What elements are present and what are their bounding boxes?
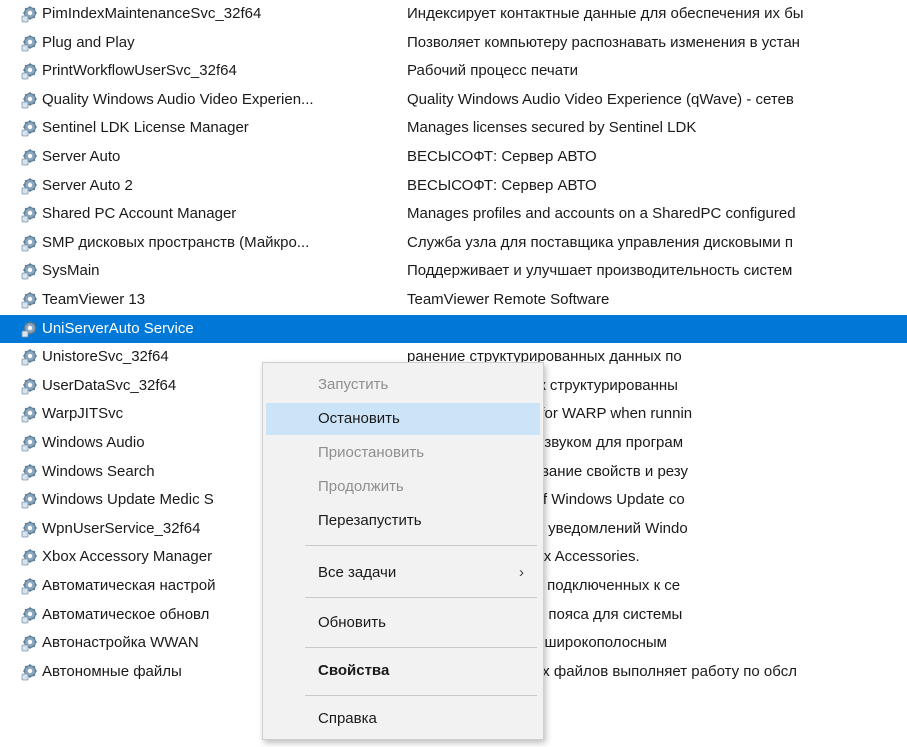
- service-row[interactable]: UniServerAuto Service: [0, 314, 907, 343]
- service-gear-icon: [20, 348, 38, 366]
- menu-item-pause[interactable]: Приостановить: [266, 437, 540, 469]
- menu-item-resume[interactable]: Продолжить: [266, 471, 540, 503]
- service-name: SysMain: [42, 262, 100, 280]
- service-description: Рабочий процесс печати: [407, 62, 578, 80]
- menu-item-properties[interactable]: Свойства: [266, 655, 540, 687]
- service-gear-icon: [20, 262, 38, 280]
- service-row[interactable]: Plug and Play Позволяет компьютеру распоз…: [0, 29, 907, 57]
- service-gear-icon: [20, 177, 38, 195]
- service-description: Служба узла для поставщика управления ди…: [407, 233, 793, 251]
- service-gear-icon: [20, 5, 38, 23]
- service-gear-icon: [20, 577, 38, 595]
- service-gear-icon: [20, 91, 38, 109]
- menu-separator: [305, 647, 537, 648]
- menu-separator: [305, 597, 537, 598]
- service-description: Позволяет компьютеру распознавать измене…: [407, 33, 800, 51]
- service-gear-icon: [20, 491, 38, 509]
- service-description: ВЕСЫСОФТ: Сервер АВТО: [407, 176, 597, 194]
- service-name: Sentinel LDK License Manager: [42, 119, 249, 137]
- service-row[interactable]: Sentinel LDK License Manager Manages lice…: [0, 114, 907, 142]
- service-description: ВЕСЫСОФТ: Сервер АВТО: [407, 148, 597, 165]
- service-gear-icon: [20, 291, 38, 309]
- service-gear-icon: [20, 434, 38, 452]
- menu-item-all-tasks-label: Все задачи: [318, 564, 397, 581]
- service-gear-icon: [20, 34, 38, 52]
- service-gear-icon: [20, 520, 38, 538]
- service-description: TeamViewer Remote Software: [407, 291, 610, 308]
- menu-item-all-tasks[interactable]: Все задачи ›: [266, 557, 540, 589]
- menu-item-stop[interactable]: Остановить: [266, 403, 540, 435]
- service-gear-icon: [20, 234, 38, 252]
- service-row[interactable]: TeamViewer 13 TeamViewer Remote Software: [0, 286, 907, 314]
- service-gear-icon: [20, 606, 38, 624]
- service-description: Индексирует контактные данные для обеспе…: [407, 5, 804, 22]
- service-row[interactable]: PimIndexMaintenanceSvc_32f64 Индексирует …: [0, 0, 907, 28]
- menu-separator: [305, 695, 537, 696]
- service-gear-icon: [20, 377, 38, 395]
- service-name: UniServerAuto Service: [42, 319, 194, 337]
- service-description: Quality Windows Audio Video Experience (…: [407, 90, 794, 108]
- service-gear-icon: [20, 119, 38, 137]
- service-gear-icon: [20, 634, 38, 652]
- service-name: PimIndexMaintenanceSvc_32f64: [42, 5, 262, 22]
- context-menu: Запустить Остановить Приостановить Продо…: [262, 362, 544, 740]
- menu-item-refresh[interactable]: Обновить: [266, 607, 540, 639]
- service-row[interactable]: Shared PC Account Manager Manages profile…: [0, 200, 907, 228]
- service-name: PrintWorkflowUserSvc_32f64: [42, 62, 237, 80]
- service-gear-icon: [20, 405, 38, 423]
- service-name: Shared PC Account Manager: [42, 205, 237, 223]
- service-row[interactable]: PrintWorkflowUserSvc_32f64 Рабочий процес…: [0, 57, 907, 85]
- service-row[interactable]: Quality Windows Audio Video Experien... Q…: [0, 86, 907, 114]
- service-name: SMP дисковых пространств (Майкро...: [42, 233, 310, 251]
- service-name: Server Auto 2: [42, 176, 133, 194]
- service-gear-icon: [20, 148, 38, 166]
- service-gear-icon: [20, 548, 38, 566]
- service-description: Manages licenses secured by Sentinel LDK: [407, 119, 697, 137]
- service-row[interactable]: Server Auto 2 ВЕСЫСОФТ: Сервер АВТО: [0, 172, 907, 200]
- service-description: Поддерживает и улучшает производительнос…: [407, 262, 793, 280]
- menu-item-start[interactable]: Запустить: [266, 369, 540, 401]
- service-name: Quality Windows Audio Video Experien...: [42, 90, 314, 108]
- service-description: Manages profiles and accounts on a Share…: [407, 205, 796, 223]
- service-row[interactable]: Server Auto ВЕСЫСОФТ: Сервер АВТО: [0, 143, 907, 171]
- service-gear-icon: [20, 663, 38, 681]
- service-gear-icon: [20, 463, 38, 481]
- menu-item-restart[interactable]: Перезапустить: [266, 505, 540, 537]
- menu-separator: [305, 545, 537, 546]
- chevron-right-icon: ›: [519, 564, 524, 581]
- service-gear-icon: [20, 205, 38, 223]
- service-name: TeamViewer 13: [42, 291, 146, 308]
- service-name: Server Auto: [42, 148, 121, 165]
- service-gear-icon: [20, 62, 38, 80]
- service-gear-icon: [20, 320, 38, 338]
- service-row[interactable]: SysMain Поддерживает и улучшает производи…: [0, 257, 907, 285]
- menu-item-help[interactable]: Справка: [266, 703, 540, 735]
- service-description: [407, 315, 907, 343]
- service-name: Plug and Play: [42, 33, 135, 51]
- service-row[interactable]: SMP дисковых пространств (Майкро... Служб…: [0, 229, 907, 257]
